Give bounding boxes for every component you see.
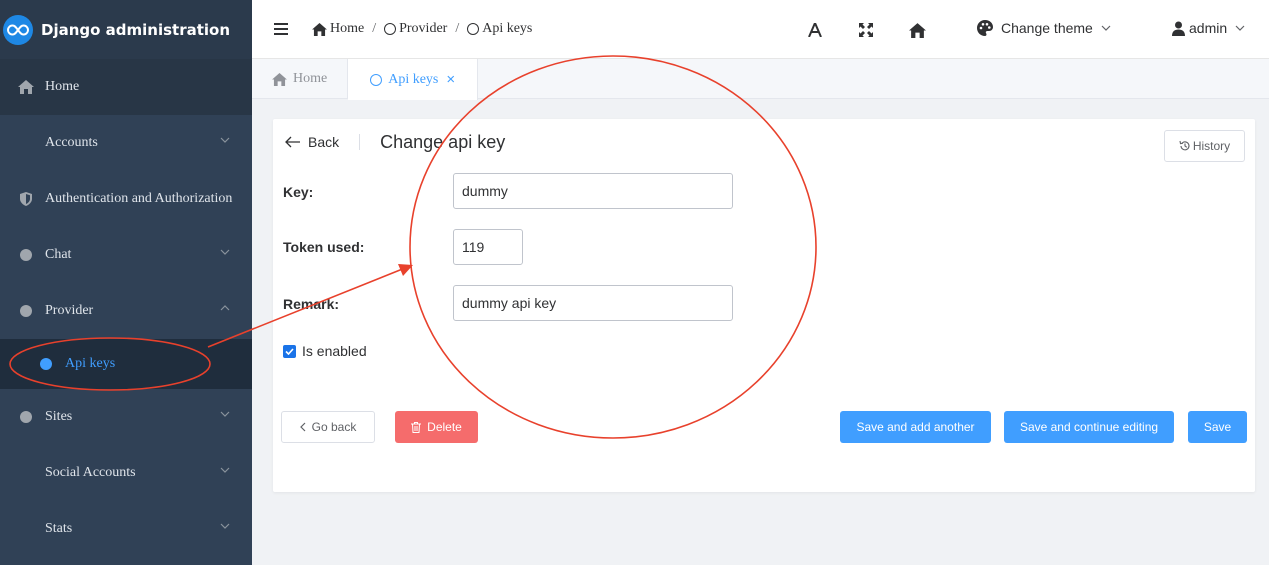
circle-icon <box>384 23 397 35</box>
remark-input[interactable] <box>453 285 733 321</box>
sidebar-item-chat[interactable]: Chat <box>0 227 252 283</box>
fullscreen-icon[interactable] <box>859 23 873 37</box>
sidebar-item-accounts[interactable]: Accounts <box>0 115 252 171</box>
sidebar: Django administration Home Accounts Auth… <box>0 0 252 565</box>
go-back-button[interactable]: Go back <box>281 411 375 443</box>
home-icon <box>272 72 287 86</box>
dot-icon <box>18 303 34 319</box>
breadcrumb-provider[interactable]: Provider <box>384 21 447 37</box>
user-icon <box>1172 21 1185 36</box>
history-button[interactable]: History <box>1164 130 1245 162</box>
sidebar-item-label: Api keys <box>65 356 116 371</box>
top-header: Home / Provider / Api keys Change theme … <box>252 0 1269 59</box>
circle-icon <box>370 73 383 86</box>
form-header: Back Change api key <box>285 132 505 152</box>
sidebar-item-api-keys[interactable]: Api keys <box>0 339 252 389</box>
page-title: Change api key <box>380 131 506 152</box>
sidebar-item-provider[interactable]: Provider <box>0 283 252 339</box>
hamburger-menu-icon[interactable] <box>274 23 288 35</box>
home-icon[interactable] <box>909 23 926 38</box>
brand-title: Django administration <box>41 20 231 39</box>
change-form-card: Back Change api key History Key: Token u… <box>273 119 1255 492</box>
save-button[interactable]: Save <box>1188 411 1247 443</box>
change-theme-dropdown[interactable]: Change theme <box>977 20 1111 36</box>
chevron-down-icon <box>220 467 230 473</box>
sidebar-item-social-accounts[interactable]: Social Accounts <box>0 445 252 501</box>
remark-label: Remark: <box>283 296 340 312</box>
chevron-down-icon <box>220 137 230 143</box>
history-icon <box>1179 140 1190 151</box>
tab-home[interactable]: Home <box>252 59 349 99</box>
circle-icon <box>467 23 480 35</box>
shield-icon <box>18 191 34 207</box>
is-enabled-row: Is enabled <box>283 343 367 359</box>
brand-logo-icon <box>3 14 33 45</box>
chevron-down-icon <box>1235 25 1245 31</box>
token-used-input[interactable] <box>453 229 523 265</box>
change-theme-label: Change theme <box>1001 20 1093 36</box>
chevron-up-icon <box>220 305 230 311</box>
key-label: Key: <box>283 184 314 200</box>
sidebar-item-stats[interactable]: Stats <box>0 501 252 557</box>
trash-icon <box>411 421 422 433</box>
sidebar-item-home[interactable]: Home <box>0 59 252 115</box>
chevron-down-icon <box>220 249 230 255</box>
breadcrumb-home[interactable]: Home <box>312 21 364 37</box>
palette-icon <box>977 20 993 36</box>
save-and-add-another-button[interactable]: Save and add another <box>840 411 991 443</box>
brand[interactable]: Django administration <box>0 0 252 59</box>
close-icon[interactable]: × <box>446 71 455 88</box>
user-name: admin <box>1189 20 1228 36</box>
chevron-down-icon <box>1101 25 1111 31</box>
home-icon <box>18 79 34 95</box>
breadcrumb-separator: / <box>372 21 377 36</box>
token-used-label: Token used: <box>283 239 365 255</box>
save-and-continue-editing-button[interactable]: Save and continue editing <box>1004 411 1174 443</box>
chevron-down-icon <box>220 411 230 417</box>
key-input[interactable] <box>453 173 733 209</box>
dot-icon <box>18 409 34 425</box>
dot-icon <box>18 247 34 263</box>
breadcrumb-api-keys[interactable]: Api keys <box>467 21 532 37</box>
home-icon <box>312 22 327 36</box>
delete-button[interactable]: Delete <box>395 411 478 443</box>
sidebar-item-label: Home <box>45 79 80 94</box>
font-size-icon[interactable] <box>808 23 822 37</box>
breadcrumb-separator: / <box>455 21 460 36</box>
back-button[interactable]: Back <box>285 134 361 150</box>
sidebar-item-authentication[interactable]: Authentication and Authorization <box>0 171 252 227</box>
sidebar-item-sites[interactable]: Sites <box>0 389 252 445</box>
dot-icon <box>40 358 52 370</box>
is-enabled-label: Is enabled <box>302 343 367 359</box>
checkmark-icon <box>285 347 294 355</box>
tab-api-keys[interactable]: Api keys × <box>348 59 479 100</box>
tab-bar: Home Api keys × <box>252 59 1269 100</box>
arrow-left-icon <box>285 136 300 148</box>
sidebar-item-label: Authentication and Authorization <box>45 191 233 206</box>
user-menu[interactable]: admin <box>1172 20 1245 36</box>
breadcrumb: Home / Provider / Api keys <box>312 21 532 37</box>
chevron-down-icon <box>220 523 230 529</box>
is-enabled-checkbox[interactable] <box>283 344 296 358</box>
chevron-left-icon <box>299 422 306 432</box>
